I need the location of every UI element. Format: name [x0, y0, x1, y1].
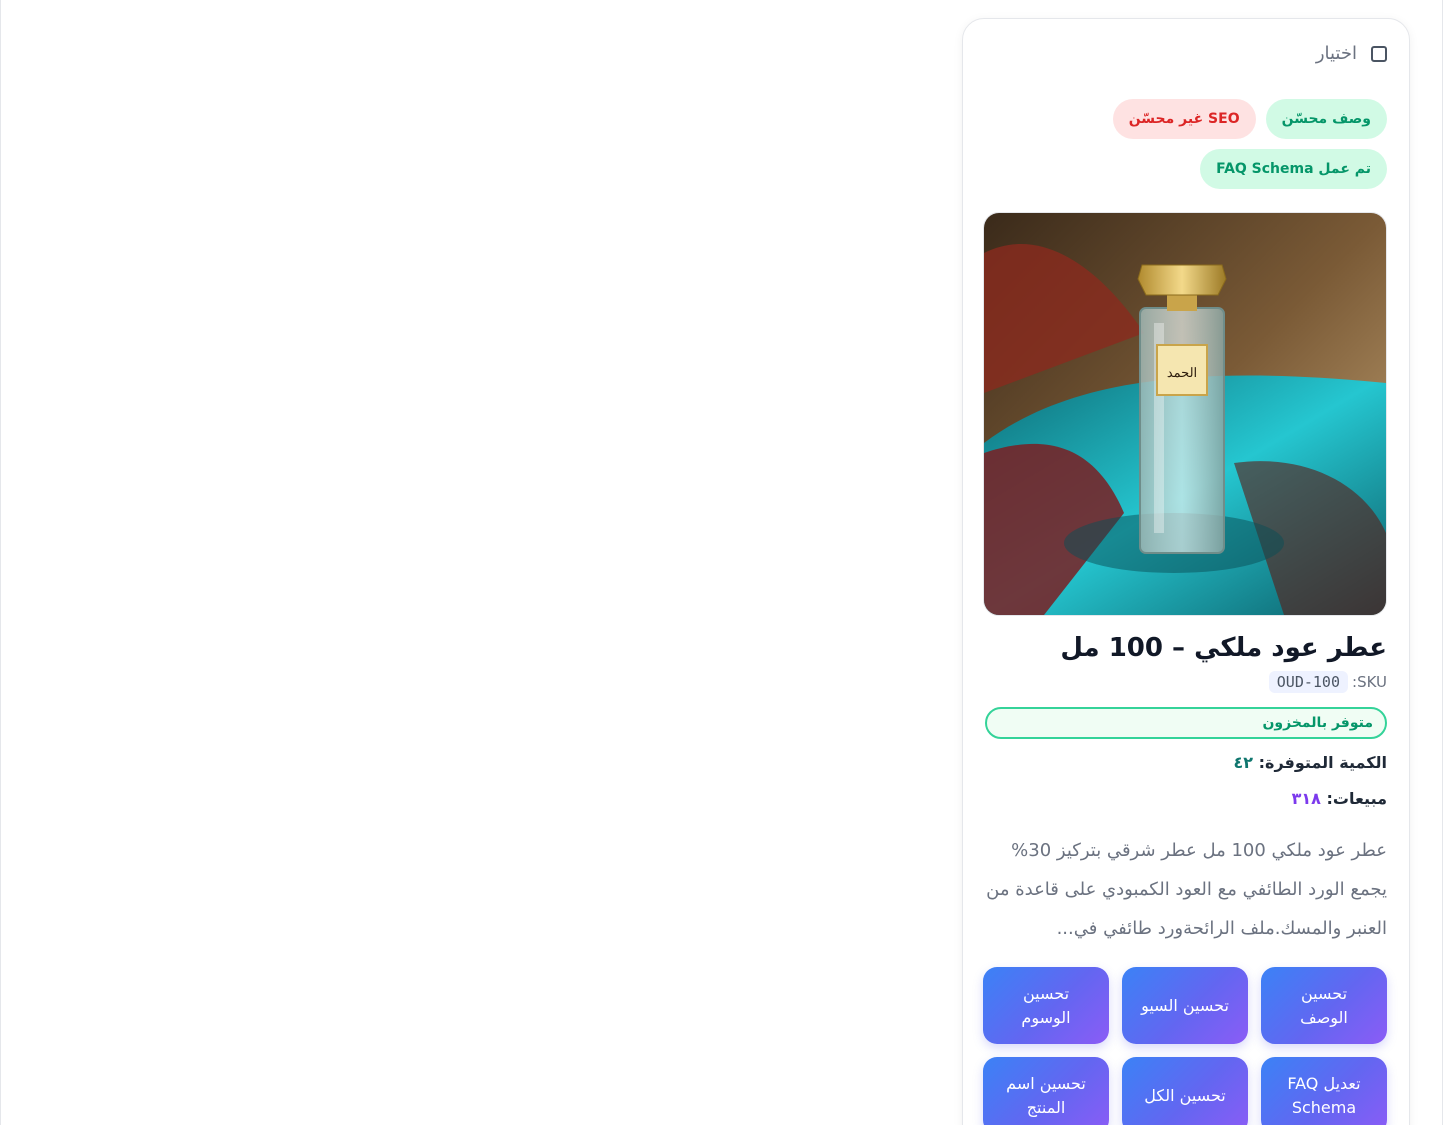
improve-seo-button[interactable]: تحسين السيو	[1122, 967, 1248, 1044]
edit-faq-schema-button[interactable]: تعديل FAQ Schema	[1261, 1057, 1387, 1125]
sku-code: OUD-100	[1268, 671, 1348, 693]
stock-status-text: متوفر بالمخزون	[1262, 715, 1373, 731]
sales-label: مبيعات:	[1326, 789, 1387, 808]
status-badges: وصف محسّن SEO غير محسّن تم عمل FAQ Schem…	[983, 99, 1387, 189]
badge-seo-not-optimized: SEO غير محسّن	[1112, 99, 1256, 139]
sales-value: ٣١٨	[1291, 789, 1321, 808]
improve-description-button[interactable]: تحسين الوصف	[1261, 967, 1387, 1044]
select-checkbox[interactable]	[1371, 45, 1387, 62]
product-card: اختيار وصف محسّن SEO غير محسّن تم عمل FA…	[962, 18, 1410, 1125]
badge-description-optimized: وصف محسّن	[1265, 99, 1387, 139]
product-image[interactable]: الحمد	[983, 212, 1387, 616]
improve-tags-button[interactable]: تحسين الوسوم	[983, 967, 1109, 1044]
improve-product-name-button[interactable]: تحسين اسم المنتج	[983, 1057, 1109, 1125]
action-buttons: تحسين الوصف تحسين السيو تحسين الوسوم تعد…	[983, 967, 1387, 1125]
quantity-stat: الكمية المتوفرة: ٤٢	[1234, 753, 1388, 772]
product-description: عطر عود ملكي 100 مل عطر شرقي بتركيز 30% …	[986, 840, 1387, 939]
sales-stat: مبيعات: ٣١٨	[1292, 789, 1387, 808]
bottle-label-text: الحمد	[1167, 366, 1197, 381]
stock-status-badge: متوفر بالمخزون	[985, 707, 1387, 739]
product-title: عطر عود ملكي – 100 مل	[1060, 633, 1387, 663]
select-row[interactable]: اختيار	[1316, 43, 1387, 64]
badge-faq-schema-done: تم عمل FAQ Schema	[1200, 149, 1387, 189]
select-label: اختيار	[1315, 43, 1357, 64]
perfume-bottle-photo: الحمد	[984, 213, 1386, 615]
quantity-value: ٤٢	[1233, 753, 1254, 772]
sku-label: SKU:	[1352, 673, 1387, 691]
sku-row: SKU: OUD-100	[1268, 671, 1387, 693]
improve-all-button[interactable]: تحسين الكل	[1122, 1057, 1248, 1125]
quantity-label: الكمية المتوفرة:	[1258, 753, 1387, 772]
